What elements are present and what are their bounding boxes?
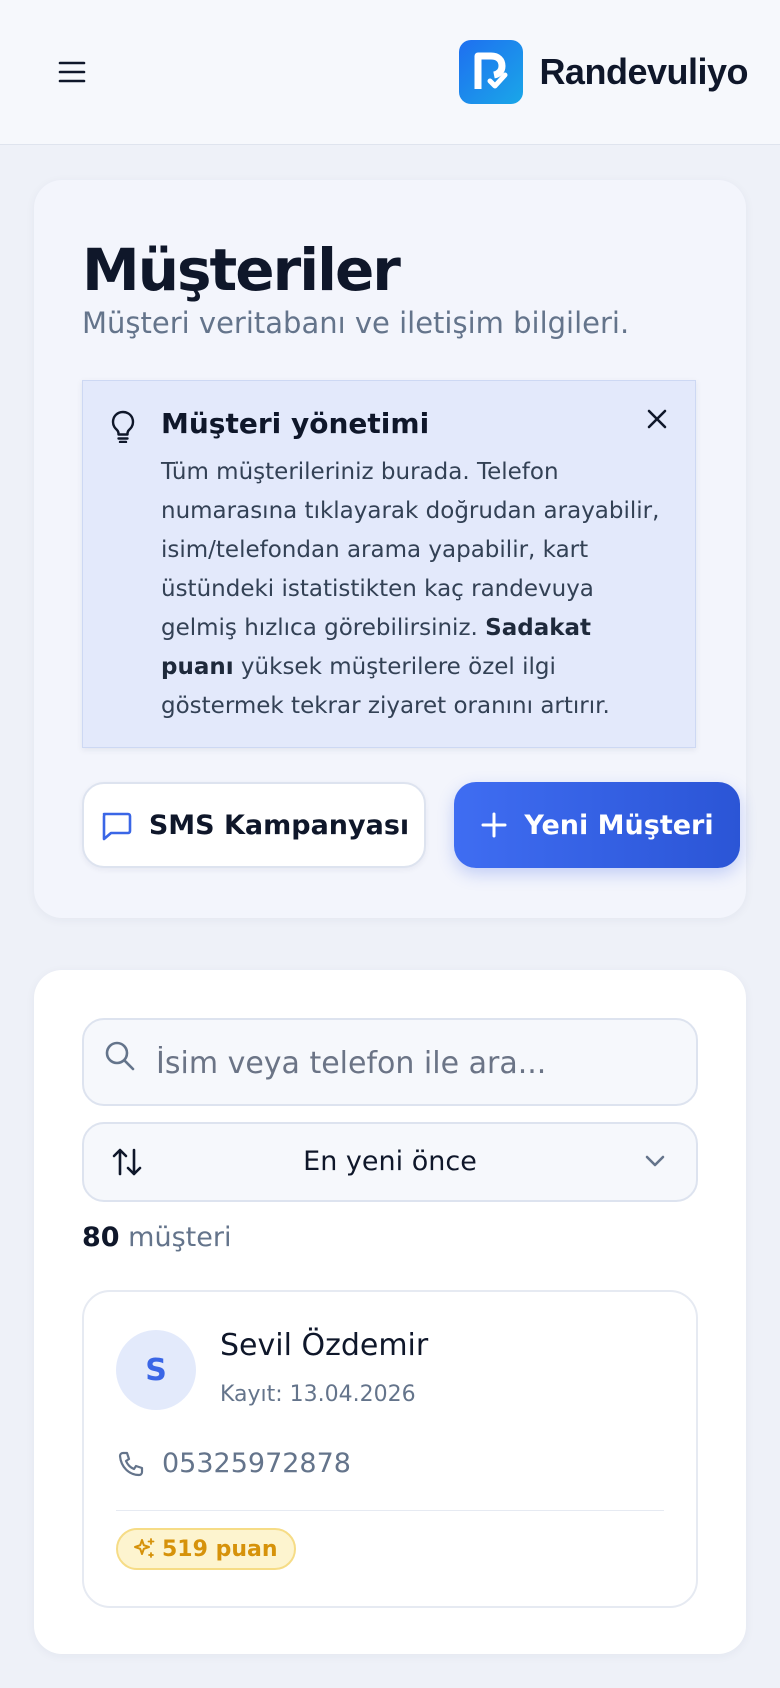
- search-input[interactable]: [154, 1034, 678, 1092]
- avatar: S: [116, 1330, 196, 1410]
- new-customer-button[interactable]: Yeni Müşteri: [454, 782, 740, 868]
- customer-card[interactable]: S Sevil Özdemir Kayıt: 13.04.2026 053259…: [82, 1290, 698, 1608]
- close-icon[interactable]: [645, 407, 669, 431]
- brand-logo[interactable]: Randevuliyo: [459, 40, 748, 104]
- customer-registered-date: Kayıt: 13.04.2026: [220, 1382, 416, 1407]
- tip-body: Tüm müşterileriniz burada. Telefon numar…: [161, 453, 661, 726]
- divider: [116, 1510, 664, 1511]
- page-subtitle: Müşteri veritabanı ve iletişim bilgileri…: [82, 306, 630, 340]
- phone-icon: [118, 1451, 144, 1477]
- page-header-card: Müşteriler Müşteri veritabanı ve iletişi…: [34, 180, 746, 918]
- sparkles-icon: [134, 1538, 155, 1558]
- search-box: [82, 1018, 698, 1106]
- logo-icon: [459, 40, 524, 104]
- customer-list-card: En yeni önce 80 müşteri S Sevil Özdemir …: [34, 970, 746, 1654]
- loyalty-points-value: 519 puan: [162, 1536, 278, 1562]
- loyalty-points-badge: 519 puan: [116, 1528, 296, 1570]
- tip-body-text: Tüm müşterileriniz burada. Telefon numar…: [161, 459, 660, 641]
- customer-name: Sevil Özdemir: [220, 1328, 429, 1363]
- message-icon: [102, 812, 132, 841]
- sort-select[interactable]: En yeni önce: [82, 1122, 698, 1202]
- search-icon: [105, 1041, 135, 1071]
- tip-box: Müşteri yönetimi Tüm müşterileriniz bura…: [82, 380, 696, 748]
- customer-phone-link[interactable]: 05325972878: [162, 1448, 351, 1479]
- tip-title: Müşteri yönetimi: [161, 407, 430, 440]
- customer-count-label: müşteri: [128, 1222, 232, 1253]
- customer-count-number: 80: [82, 1222, 120, 1253]
- brand-name: Randevuliyo: [539, 51, 748, 92]
- new-customer-label: Yeni Müşteri: [524, 809, 714, 841]
- plus-icon: [481, 812, 507, 838]
- top-bar: Randevuliyo: [0, 0, 780, 145]
- customer-count: 80 müşteri: [82, 1222, 231, 1253]
- chevron-down-icon: [645, 1155, 665, 1167]
- sms-campaign-label: SMS Kampanyası: [148, 809, 410, 841]
- page-title: Müşteriler: [82, 236, 401, 304]
- menu-icon: [58, 61, 86, 83]
- menu-button[interactable]: [52, 52, 92, 92]
- sort-selected-value: En yeni önce: [303, 1146, 477, 1177]
- sms-campaign-button[interactable]: SMS Kampanyası: [82, 782, 426, 868]
- lightbulb-icon: [111, 410, 135, 443]
